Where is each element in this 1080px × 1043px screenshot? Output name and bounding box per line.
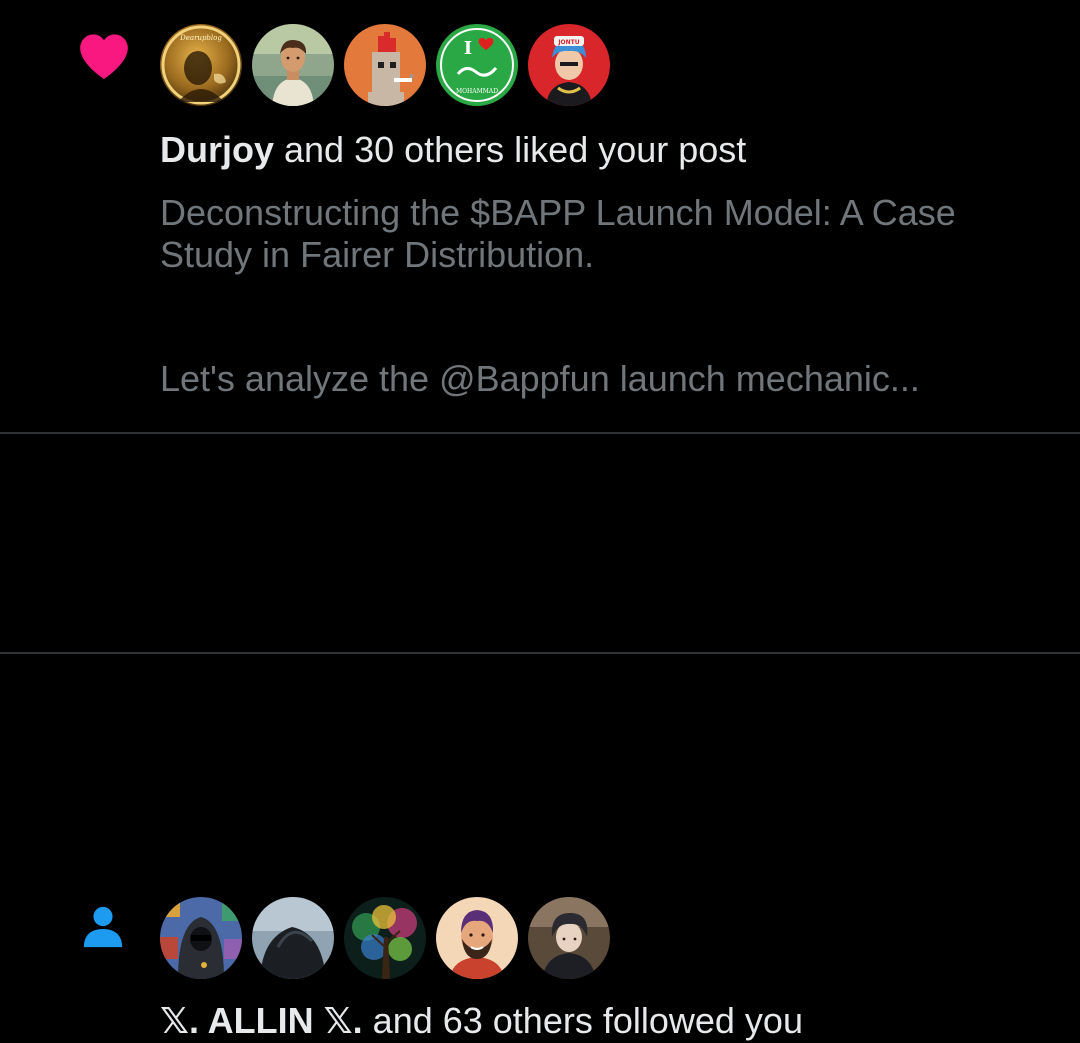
avatar-liker-5[interactable]: JONTU bbox=[528, 24, 610, 106]
liker-avatars: Dearupblog I MOHAMMAD JONTU bbox=[160, 24, 610, 106]
avatar-lettering-top: I bbox=[464, 38, 472, 59]
avatar-liker-3[interactable] bbox=[344, 24, 426, 106]
follow-headline: 𝕏. ALLIN 𝕏. and 63 others followed you bbox=[160, 999, 803, 1043]
actor-name[interactable]: Durjoy bbox=[160, 129, 274, 170]
avatar-follower-2[interactable] bbox=[252, 897, 334, 979]
avatar-lettering-bottom: MOHAMMAD bbox=[456, 88, 498, 95]
avatar-follower-5[interactable] bbox=[528, 897, 610, 979]
person-icon bbox=[83, 906, 123, 948]
follower-avatars bbox=[160, 897, 610, 979]
post-preview-line: Deconstructing the $BAPP Launch Model: A… bbox=[160, 192, 956, 275]
follow-notification[interactable]: 𝕏. ALLIN 𝕏. and 63 others followed you bbox=[0, 433, 1080, 1041]
avatar-allin[interactable] bbox=[160, 897, 242, 979]
divider bbox=[0, 652, 1080, 654]
post-preview-line: Let's analyze the @Bappfun launch mechan… bbox=[160, 358, 920, 399]
heart-icon bbox=[80, 34, 128, 79]
post-preview[interactable]: Deconstructing the $BAPP Launch Model: A… bbox=[160, 192, 1040, 400]
avatar-lettering: JONTU bbox=[557, 39, 579, 46]
avatar-follower-3[interactable] bbox=[344, 897, 426, 979]
actor-name[interactable]: 𝕏. ALLIN 𝕏. bbox=[160, 1000, 363, 1041]
avatar-follower-4[interactable] bbox=[436, 897, 518, 979]
like-notification[interactable]: Dearupblog I MOHAMMAD JONTU Durjoy and 3… bbox=[0, 0, 1080, 432]
avatar-liker-4[interactable]: I MOHAMMAD bbox=[436, 24, 518, 106]
action-text: and 30 others liked your post bbox=[274, 129, 747, 170]
action-text: and 63 others followed you bbox=[362, 1000, 803, 1041]
avatar-liker-2[interactable] bbox=[252, 24, 334, 106]
avatar-durjoy[interactable]: Dearupblog bbox=[160, 24, 242, 106]
like-headline: Durjoy and 30 others liked your post bbox=[160, 128, 746, 172]
avatar-lettering: Dearupblog bbox=[179, 34, 222, 42]
